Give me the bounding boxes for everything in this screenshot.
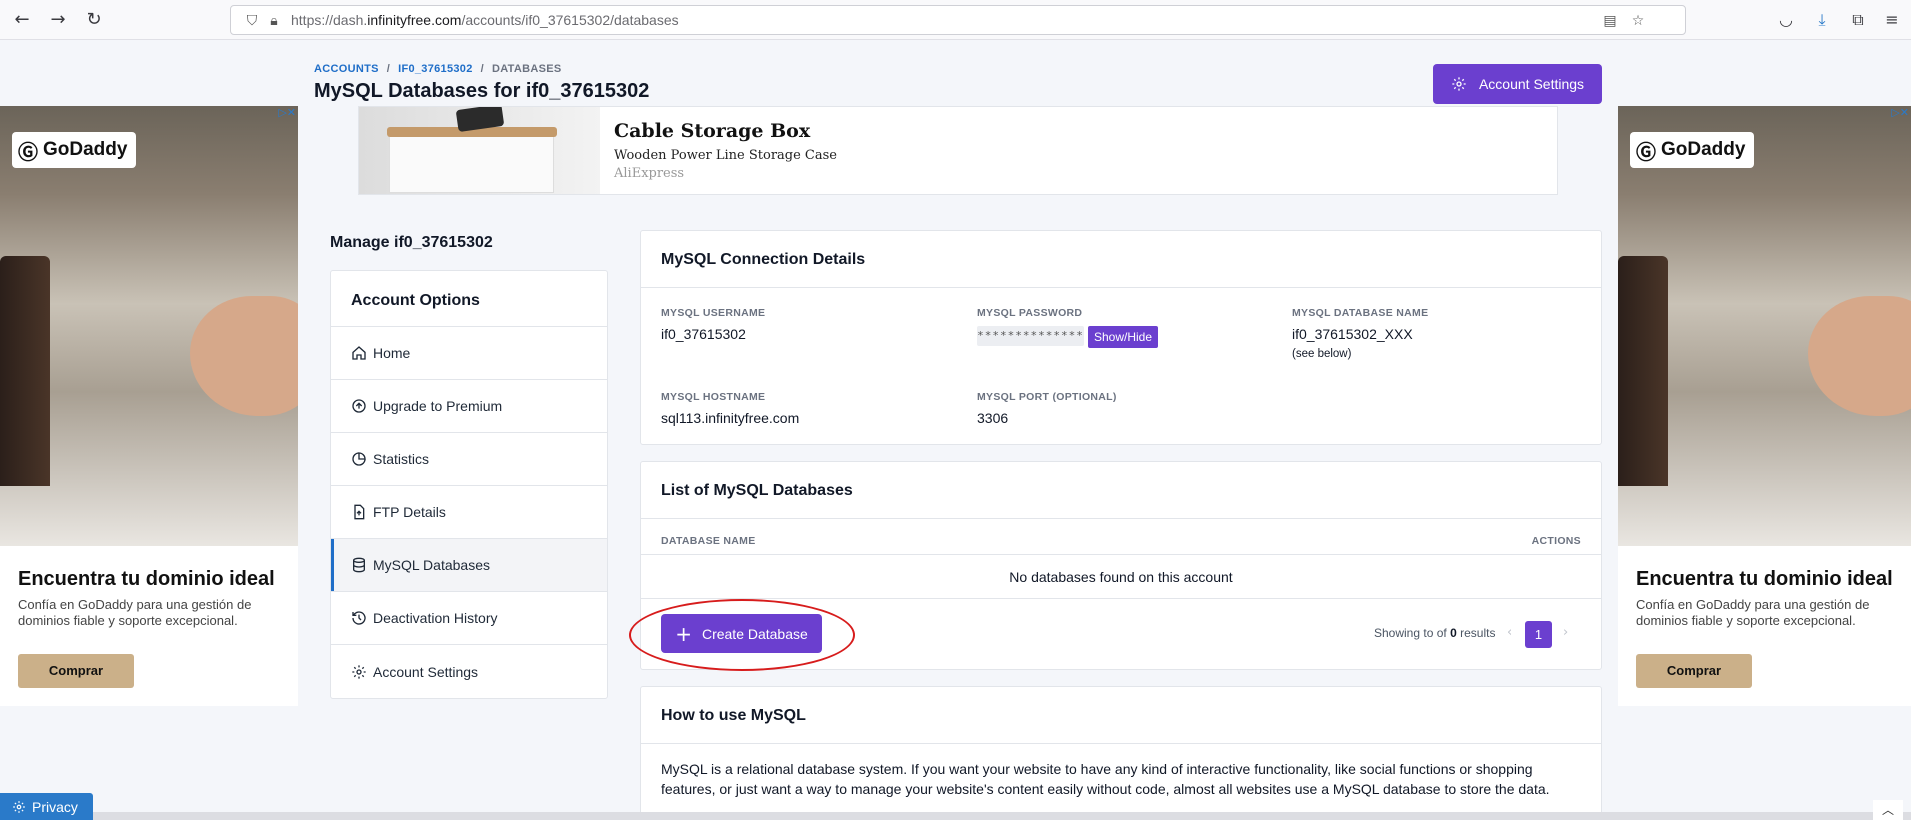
page-number-button[interactable]: 1 [1525, 621, 1552, 648]
scroll-up-icon[interactable]: ︿ [1873, 800, 1903, 820]
ad-body: Confía en GoDaddy para una gestión de do… [1636, 597, 1870, 628]
pocket-icon[interactable]: ◡ [1774, 8, 1798, 32]
how-to-use-text: MySQL is a relational database system. I… [661, 761, 1550, 797]
reload-icon[interactable]: ↻ [82, 8, 106, 32]
highlight-circle-annotation [629, 599, 855, 671]
privacy-button[interactable]: Privacy [0, 793, 93, 820]
breadcrumb-current: DATABASES [492, 63, 562, 75]
page-title: MySQL Databases for if0_37615302 [314, 80, 650, 102]
reader-view-icon[interactable]: ▤ [1601, 12, 1619, 30]
pie-chart-icon [352, 452, 366, 466]
prev-page-icon[interactable]: ‹ [1507, 625, 1512, 640]
next-page-icon[interactable]: › [1563, 625, 1568, 640]
gear-icon [352, 664, 366, 679]
hostname-value: sql113.infinityfree.com [661, 410, 800, 426]
menu-icon[interactable]: ≡ [1880, 8, 1904, 32]
breadcrumb: ACCOUNTS / IF0_37615302 / DATABASES [314, 63, 562, 75]
file-upload-icon [354, 504, 365, 520]
account-settings-label: Account Settings [1478, 76, 1585, 92]
database-icon [353, 557, 365, 573]
hostname-label: MYSQL HOSTNAME [661, 391, 766, 403]
sidebar-item-label: Upgrade to Premium [373, 398, 503, 414]
lock-icon[interactable]: 🔒︎ [265, 12, 283, 30]
horizontal-scrollbar[interactable] [0, 812, 1911, 820]
connection-details-card: MySQL Connection Details MYSQL USERNAME … [640, 230, 1602, 445]
sidebar-item-label: Deactivation History [373, 610, 498, 626]
ad-choices-icon[interactable]: ▷✕ [278, 106, 296, 119]
history-icon [352, 611, 366, 625]
pagination-summary: Showing to of 0 results [1374, 626, 1496, 640]
database-list-card: List of MySQL Databases DATABASE NAME AC… [629, 461, 1602, 671]
database-list-title: List of MySQL Databases [641, 462, 1601, 519]
ad-subtitle: Wooden Power Line Storage Case [614, 148, 837, 163]
dbname-value: if0_37615302_XXX [1292, 326, 1413, 342]
sidebar-item-ftp[interactable]: FTP Details [331, 486, 607, 539]
show-hide-password-button[interactable]: Show/Hide [1088, 326, 1158, 348]
gear-icon [1452, 77, 1466, 91]
breadcrumb-separator: / [480, 63, 485, 75]
gear-icon [13, 800, 25, 813]
ad-photo [1618, 106, 1911, 546]
breadcrumb-separator: / [386, 63, 391, 75]
url-text: https://dash.infinityfree.com/accounts/i… [291, 12, 679, 28]
extensions-icon[interactable]: ⧉ [1846, 8, 1870, 32]
home-icon [352, 346, 366, 360]
ad-product-image [359, 107, 600, 194]
ad-headline: Encuentra tu dominio ideal [1636, 568, 1893, 590]
dbname-label: MYSQL DATABASE NAME [1292, 307, 1429, 319]
breadcrumb-accounts-link[interactable]: ACCOUNTS [314, 63, 379, 75]
sidebar-item-mysql[interactable]: MySQL Databases [331, 539, 607, 592]
empty-state-row: No databases found on this account [641, 554, 1601, 599]
sidebar-item-label: Statistics [373, 451, 430, 467]
forward-arrow-icon[interactable]: → [46, 8, 70, 32]
sidebar-item-deactivation[interactable]: Deactivation History [331, 592, 607, 645]
ad-choices-icon[interactable]: ▷✕ [1891, 106, 1909, 119]
sidebar-item-label: Account Settings [373, 663, 479, 680]
breadcrumb-account-link[interactable]: IF0_37615302 [398, 63, 473, 75]
column-actions: ACTIONS [1531, 535, 1581, 547]
password-label: MYSQL PASSWORD [977, 307, 1083, 319]
left-ad-banner[interactable]: ▷✕ Ⓖ GoDaddy Encuentra tu dominio ideal C… [0, 106, 298, 706]
how-to-use-card: How to use MySQL MySQL is a relational d… [640, 686, 1602, 820]
privacy-label: Privacy [32, 798, 78, 815]
account-options-menu: Account Options Home Upgrade to Premium … [330, 270, 608, 699]
ad-source: AliExpress [614, 166, 685, 181]
sidebar-item-statistics[interactable]: Statistics [331, 433, 607, 486]
account-options-title: Account Options [331, 271, 607, 327]
ad-buy-button[interactable]: Comprar [1636, 654, 1752, 688]
ad-buy-button[interactable]: Comprar [18, 654, 134, 688]
godaddy-logo: Ⓖ GoDaddy [12, 132, 136, 168]
sidebar-item-home[interactable]: Home [331, 327, 607, 380]
bookmark-star-icon[interactable]: ☆ [1629, 12, 1647, 30]
ad-body: Confía en GoDaddy para una gestión de do… [18, 597, 252, 628]
how-to-use-title: How to use MySQL [641, 687, 1601, 744]
password-value: ************** [977, 326, 1084, 346]
connection-details-title: MySQL Connection Details [641, 231, 1601, 288]
godaddy-logo: Ⓖ GoDaddy [1630, 132, 1754, 168]
top-ad-banner[interactable]: Cable Storage Box Wooden Power Line Stor… [358, 106, 1558, 195]
sidebar-item-label: Home [373, 345, 411, 361]
username-value: if0_37615302 [661, 326, 746, 342]
dbname-note: (see below) [1292, 348, 1352, 360]
ad-photo [0, 106, 298, 546]
back-arrow-icon[interactable]: ← [10, 8, 34, 32]
port-label: MYSQL PORT (OPTIONAL) [977, 391, 1117, 403]
shield-icon[interactable]: ⛉ [243, 12, 261, 30]
ad-headline: Encuentra tu dominio ideal [18, 568, 275, 590]
browser-toolbar: ← → ↻ ⛉ 🔒︎ https://dash.infinityfree.com… [0, 0, 1911, 40]
sidebar-item-settings[interactable]: Account Settings [331, 645, 607, 698]
column-database-name: DATABASE NAME [661, 535, 756, 547]
port-value: 3306 [977, 410, 1009, 426]
sidebar-item-label: FTP Details [373, 504, 446, 520]
arrow-up-circle-icon [352, 399, 366, 413]
sidebar-item-upgrade[interactable]: Upgrade to Premium [331, 380, 607, 433]
username-label: MYSQL USERNAME [661, 307, 766, 319]
ad-title: Cable Storage Box [614, 120, 811, 142]
manage-title: Manage if0_37615302 [330, 234, 493, 251]
address-bar[interactable]: ⛉ 🔒︎ https://dash.infinityfree.com/accou… [230, 5, 1686, 35]
right-ad-banner[interactable]: ▷✕ Ⓖ GoDaddy Encuentra tu dominio ideal C… [1618, 106, 1911, 706]
account-settings-button[interactable]: Account Settings [1433, 64, 1602, 104]
sidebar-item-label: MySQL Databases [373, 557, 490, 573]
download-icon[interactable]: ⤓ [1810, 8, 1834, 32]
